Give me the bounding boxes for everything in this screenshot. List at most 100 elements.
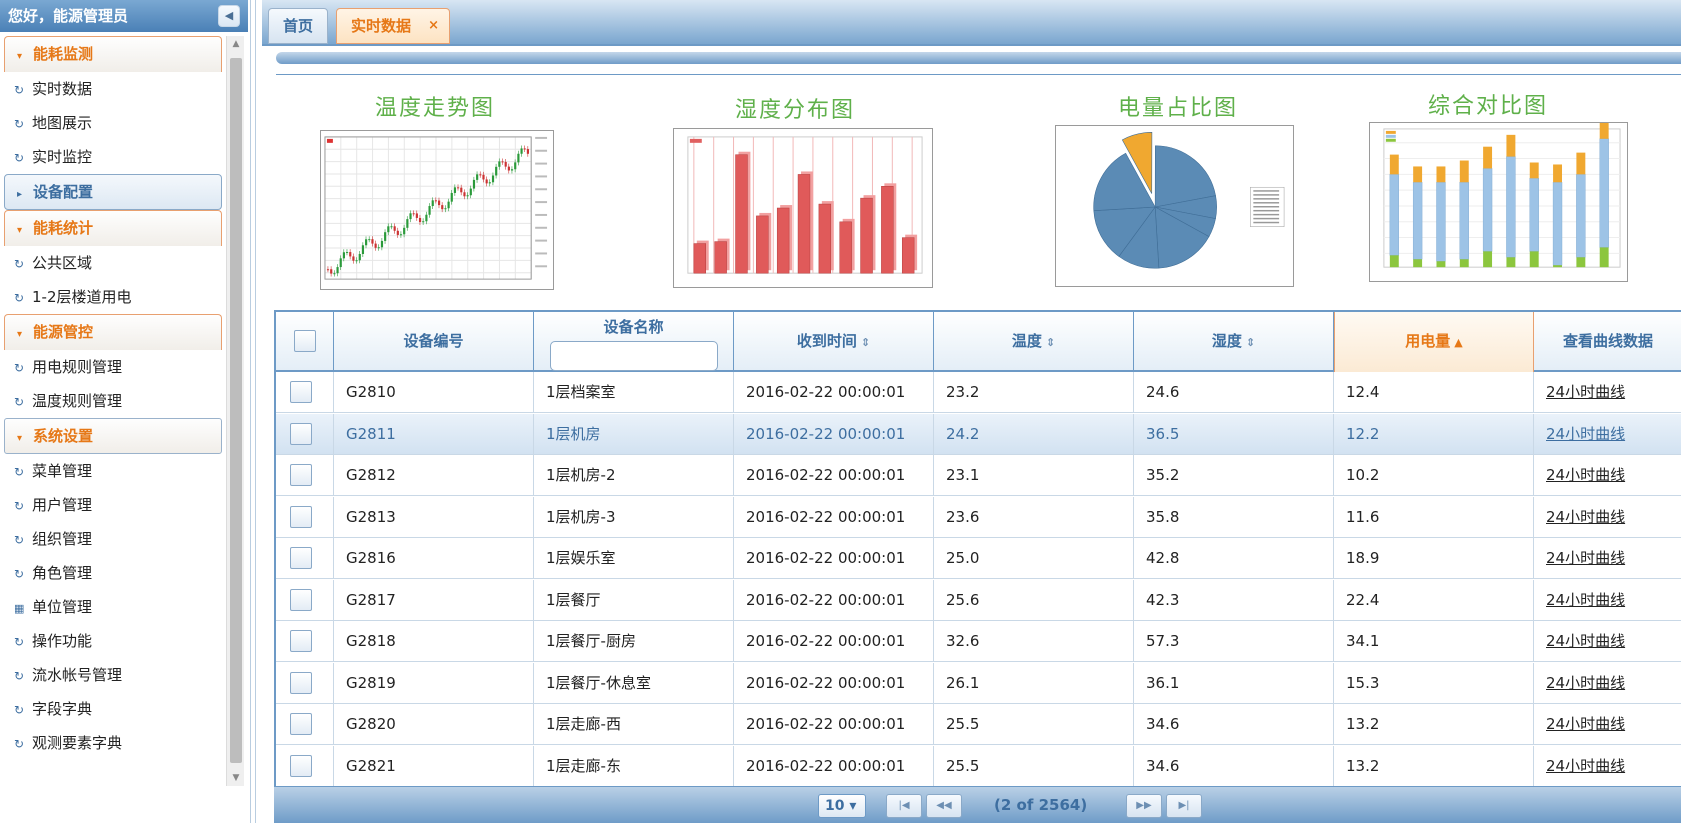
table-row[interactable]: G2816 1层娱乐室 2016-02-22 00:00:01 25.0 42.8 18.… [276, 538, 1681, 579]
table-row[interactable]: G2812 1层机房-2 2016-02-22 00:00:01 23.1 35.2 10… [276, 455, 1681, 496]
tab-home[interactable]: 首页 [268, 8, 329, 44]
device-name-cell: 1层餐厅-厨房 [534, 621, 734, 662]
sidebar-item[interactable]: ↻ 菜单管理 [0, 454, 224, 488]
device-id-cell: G2811 [334, 413, 534, 455]
humidity-cell: 35.2 [1134, 455, 1334, 496]
sidebar-group-header[interactable]: ▾ 能耗统计 [4, 210, 222, 246]
row-select-cell [276, 704, 334, 745]
close-icon[interactable]: × [428, 9, 439, 43]
sidebar-item[interactable]: ↻ 公共区域 [0, 246, 224, 280]
sidebar-item[interactable]: ↻ 观测要素字典 [0, 726, 224, 760]
curve-24h-link[interactable]: 24小时曲线 [1546, 425, 1625, 443]
sidebar-group-header[interactable]: ▾ 能源管控 [4, 314, 222, 350]
table-row[interactable]: G2818 1层餐厅-厨房 2016-02-22 00:00:01 32.6 57.3 3… [276, 621, 1681, 662]
received-time-cell: 2016-02-22 00:00:01 [734, 662, 934, 704]
row-checkbox[interactable] [290, 754, 312, 777]
row-checkbox[interactable] [290, 547, 312, 569]
sidebar-item[interactable]: ↻ 角色管理 [0, 556, 224, 590]
curve-link-cell: 24小时曲线 [1534, 663, 1681, 704]
scroll-down-icon[interactable]: ▼ [227, 770, 245, 786]
device-id-cell: G2817 [334, 579, 534, 621]
select-all-checkbox[interactable] [294, 330, 316, 352]
curve-link-cell: 24小时曲线 [1534, 580, 1681, 621]
table-row[interactable]: G2819 1层餐厅-休息室 2016-02-22 00:00:01 26.1 36.1… [276, 662, 1681, 704]
col-received-time[interactable]: 收到时间 ⇕ [734, 312, 934, 372]
device-name-cell: 1层走廊-西 [534, 704, 734, 745]
scroll-up-icon[interactable]: ▲ [227, 36, 245, 52]
row-checkbox[interactable] [290, 422, 312, 445]
rows-per-page-value: 10 [825, 798, 845, 814]
curve-24h-link[interactable]: 24小时曲线 [1546, 674, 1625, 692]
sidebar-item[interactable]: ↻ 1-2层楼道用电 [0, 280, 224, 314]
sidebar-item[interactable]: ↻ 字段字典 [0, 692, 224, 726]
row-checkbox[interactable] [290, 713, 312, 735]
row-checkbox[interactable] [290, 381, 312, 403]
sidebar-item[interactable]: ↻ 温度规则管理 [0, 384, 224, 418]
row-checkbox[interactable] [290, 630, 312, 652]
curve-24h-link[interactable]: 24小时曲线 [1546, 757, 1625, 775]
row-checkbox[interactable] [290, 505, 312, 528]
device-id-cell: G2819 [334, 662, 534, 704]
sidebar-scrollbar[interactable]: ▲ ▼ [226, 36, 244, 786]
table-row[interactable]: G2817 1层餐厅 2016-02-22 00:00:01 25.6 42.3 22.4… [276, 579, 1681, 621]
curve-link-cell: 24小时曲线 [1534, 455, 1681, 496]
sidebar-item[interactable]: ↻ 用电规则管理 [0, 350, 224, 384]
sidebar-item[interactable]: ↻ 流水帐号管理 [0, 658, 224, 692]
received-time-cell: 2016-02-22 00:00:01 [734, 455, 934, 496]
curve-24h-link[interactable]: 24小时曲线 [1546, 466, 1625, 484]
table-row[interactable]: G2810 1层档案室 2016-02-22 00:00:01 23.2 24.6 12.… [276, 372, 1681, 413]
sidebar-group-header[interactable]: ▸ 设备配置 [4, 174, 222, 210]
power-usage-cell: 12.2 [1334, 413, 1534, 455]
curve-24h-link[interactable]: 24小时曲线 [1546, 715, 1625, 733]
sidebar-group-header[interactable]: ▾ 能耗监测 [4, 36, 222, 72]
device-name-cell: 1层走廊-东 [534, 745, 734, 786]
table-row[interactable]: G2821 1层走廊-东 2016-02-22 00:00:01 25.5 34.6 13… [276, 745, 1681, 786]
received-time-cell: 2016-02-22 00:00:01 [734, 621, 934, 662]
sidebar-item[interactable]: ↻ 实时数据 [0, 72, 224, 106]
power-share-thumbnail[interactable] [1055, 125, 1294, 287]
sidebar-item[interactable]: ↻ 地图展示 [0, 106, 224, 140]
row-checkbox[interactable] [290, 464, 312, 486]
row-checkbox[interactable] [290, 671, 312, 694]
composite-compare-thumbnail[interactable] [1369, 122, 1628, 282]
sidebar-item-label: 单位管理 [32, 598, 93, 616]
curve-24h-link[interactable]: 24小时曲线 [1546, 508, 1625, 526]
sidebar-item[interactable]: ↻ 组织管理 [0, 522, 224, 556]
table-row[interactable]: G2820 1层走廊-西 2016-02-22 00:00:01 25.5 34.6 13… [276, 704, 1681, 745]
next-page-icon[interactable]: ▶▶ [1126, 794, 1162, 818]
col-power-usage[interactable]: 用电量 ▲ [1334, 312, 1534, 372]
thumb-title-humidity: 湿度分布图 [734, 98, 855, 123]
sidebar-group-header[interactable]: ▾ 系统设置 [4, 418, 222, 454]
first-page-icon[interactable]: |◀ [886, 794, 922, 818]
sidebar-item[interactable]: ↻ 用户管理 [0, 488, 224, 522]
power-usage-cell: 13.2 [1334, 745, 1534, 786]
row-select-cell [276, 621, 334, 662]
row-checkbox[interactable] [290, 588, 312, 611]
refresh-icon: ↻ [14, 117, 25, 131]
col-humidity[interactable]: 湿度 ⇕ [1134, 312, 1334, 372]
last-page-icon[interactable]: ▶| [1166, 794, 1202, 818]
refresh-icon: ↻ [14, 737, 25, 751]
col-device-id[interactable]: 设备编号 [334, 312, 534, 372]
sidebar-item-label: 公共区域 [32, 254, 93, 272]
table-row[interactable]: G2811 1层机房 2016-02-22 00:00:01 24.2 36.5 12.2… [276, 413, 1681, 455]
rows-per-page-select[interactable]: 10 ▾ [818, 794, 866, 818]
col-humidity-label: 湿度 [1211, 332, 1242, 350]
col-temperature[interactable]: 温度 ⇕ [934, 312, 1134, 372]
curve-24h-link[interactable]: 24小时曲线 [1546, 549, 1625, 567]
curve-24h-link[interactable]: 24小时曲线 [1546, 591, 1625, 609]
page-status: (2 of 2564) [994, 796, 1088, 814]
curve-24h-link[interactable]: 24小时曲线 [1546, 632, 1625, 650]
sidebar-item[interactable]: ↻ 实时监控 [0, 140, 224, 174]
scrollbar-thumb[interactable] [230, 58, 242, 763]
curve-24h-link[interactable]: 24小时曲线 [1546, 383, 1625, 401]
tab-realtime-data[interactable]: 实时数据 × [336, 8, 451, 44]
table-row[interactable]: G2813 1层机房-3 2016-02-22 00:00:01 23.6 35.8 11… [276, 496, 1681, 538]
collapse-left-icon[interactable]: ◀ [218, 5, 240, 27]
device-name-filter-input[interactable] [549, 341, 718, 371]
prev-page-icon[interactable]: ◀◀ [926, 794, 962, 818]
humidity-distribution-thumbnail[interactable] [673, 128, 933, 288]
sidebar-item[interactable]: ▦ 单位管理 [0, 590, 224, 624]
temperature-trend-thumbnail[interactable] [320, 130, 554, 290]
sidebar-item[interactable]: ↻ 操作功能 [0, 624, 224, 658]
